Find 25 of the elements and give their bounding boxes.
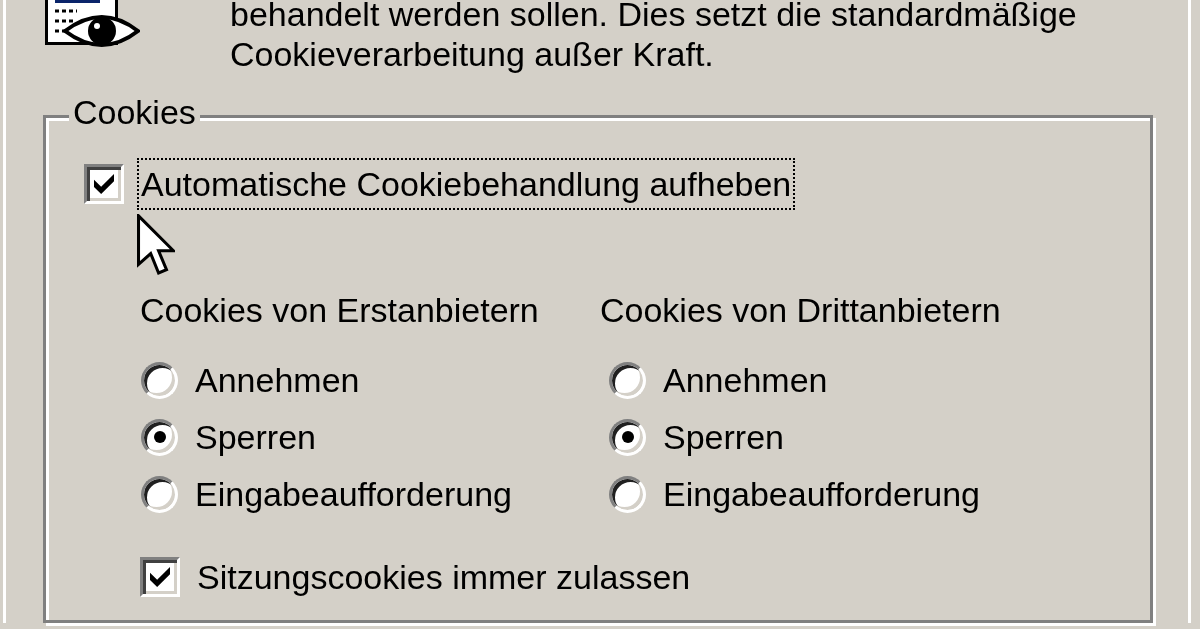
description-text: behandelt werden sollen. Dies setzt die standardmäßige Cookieverarbeitung außer Kraft. — [230, 0, 1078, 74]
mouse-pointer-icon — [137, 214, 175, 276]
radio-button[interactable] — [141, 475, 178, 513]
radio-label[interactable]: Annehmen — [195, 359, 360, 401]
column-heading: Cookies von Drittanbietern — [600, 290, 1001, 331]
checkbox[interactable] — [84, 164, 124, 204]
column-heading: Cookies von Erstanbietern — [140, 290, 539, 331]
radio-label[interactable]: Sperren — [195, 416, 316, 458]
radio-dot-icon — [153, 431, 166, 443]
checkbox-label[interactable]: Automatische Cookiebehandlung aufheben — [137, 158, 796, 210]
document-eye-icon — [45, 0, 140, 50]
radio-label[interactable]: Eingabeaufforderung — [195, 473, 512, 515]
radio-dot-icon — [621, 431, 634, 443]
checkbox-label[interactable]: Sitzungscookies immer zulassen — [193, 551, 695, 603]
radio-button[interactable] — [141, 418, 178, 456]
checkmark-icon — [150, 567, 170, 587]
radio-button[interactable] — [609, 361, 646, 399]
checkbox[interactable] — [140, 557, 180, 597]
radio-button[interactable] — [141, 361, 178, 399]
radio-label[interactable]: Sperren — [663, 416, 784, 458]
radio-label[interactable]: Annehmen — [663, 359, 828, 401]
checkmark-icon — [94, 174, 114, 194]
radio-label[interactable]: Eingabeaufforderung — [663, 473, 980, 515]
radio-button[interactable] — [609, 418, 646, 456]
radio-button[interactable] — [609, 475, 646, 513]
